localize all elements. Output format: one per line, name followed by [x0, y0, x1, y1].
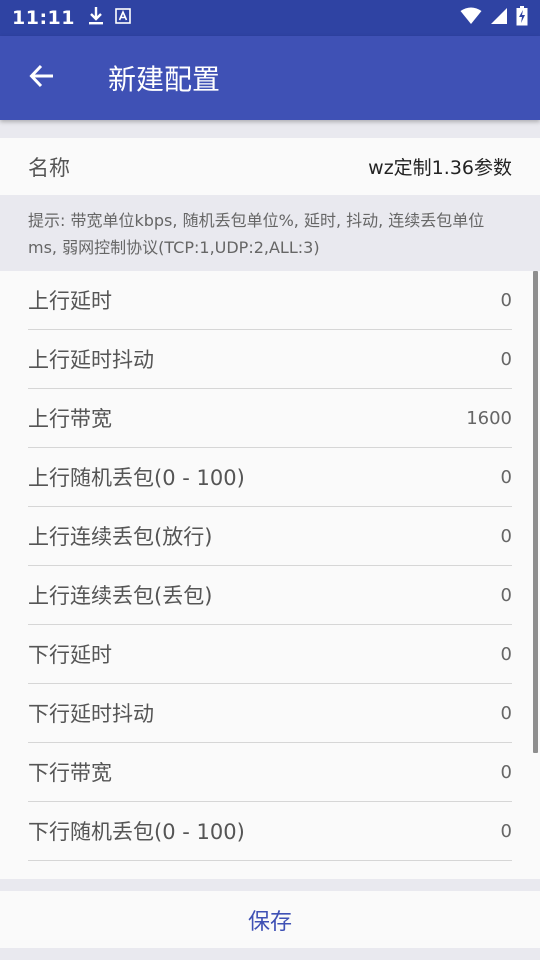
- status-time: 11:11: [12, 7, 75, 29]
- param-label: 下行带宽: [28, 761, 112, 785]
- param-value[interactable]: 0: [501, 349, 512, 370]
- name-label: 名称: [28, 155, 70, 180]
- app-bar: 新建配置: [0, 36, 540, 120]
- param-value[interactable]: 1600: [466, 408, 512, 429]
- download-icon: [87, 6, 105, 30]
- param-label: 下行延时抖动: [28, 702, 154, 726]
- wifi-icon: [460, 7, 482, 29]
- battery-charging-icon: [516, 6, 528, 30]
- param-row-uplink-bandwidth[interactable]: 上行带宽 1600: [28, 389, 512, 448]
- param-row-downlink-jitter[interactable]: 下行延时抖动 0: [28, 684, 512, 743]
- param-label: 下行延时: [28, 643, 112, 667]
- back-button[interactable]: [0, 36, 84, 120]
- save-button[interactable]: 保存: [0, 891, 540, 948]
- param-row-downlink-delay[interactable]: 下行延时 0: [28, 625, 512, 684]
- hint-text: 提示: 带宽单位kbps, 随机丢包单位%, 延时, 抖动, 连续丢包单位ms,…: [0, 195, 540, 271]
- name-value[interactable]: wz定制1.36参数: [368, 153, 512, 180]
- param-label: 上行延时抖动: [28, 348, 154, 372]
- param-label: 上行随机丢包(0 - 100): [28, 466, 245, 490]
- param-label: 上行连续丢包(丢包): [28, 584, 213, 608]
- name-field-row[interactable]: 名称 wz定制1.36参数: [0, 138, 540, 195]
- param-value[interactable]: 0: [501, 526, 512, 547]
- param-row-uplink-burst-pass[interactable]: 上行连续丢包(放行) 0: [28, 507, 512, 566]
- a-notification-icon: [115, 8, 131, 28]
- page-title: 新建配置: [108, 63, 221, 96]
- param-value[interactable]: 0: [501, 703, 512, 724]
- param-label: 上行带宽: [28, 407, 112, 431]
- param-row-downlink-random-loss[interactable]: 下行随机丢包(0 - 100) 0: [28, 802, 512, 861]
- param-value[interactable]: 0: [501, 467, 512, 488]
- cell-signal-icon: [490, 7, 508, 29]
- param-value[interactable]: 0: [501, 821, 512, 842]
- param-row-uplink-burst-drop[interactable]: 上行连续丢包(丢包) 0: [28, 566, 512, 625]
- param-row-uplink-random-loss[interactable]: 上行随机丢包(0 - 100) 0: [28, 448, 512, 507]
- param-value[interactable]: 0: [501, 290, 512, 311]
- param-row-uplink-delay[interactable]: 上行延时 0: [28, 271, 512, 330]
- param-row-downlink-bandwidth[interactable]: 下行带宽 0: [28, 743, 512, 802]
- param-value[interactable]: 0: [501, 762, 512, 783]
- param-label: 下行随机丢包(0 - 100): [28, 820, 245, 844]
- scrollbar-thumb[interactable]: [533, 271, 538, 753]
- param-value[interactable]: 0: [501, 585, 512, 606]
- status-left-icons: [87, 6, 131, 30]
- arrow-back-icon: [29, 63, 55, 93]
- param-label: 上行延时: [28, 289, 112, 313]
- status-bar: 11:11: [0, 0, 540, 36]
- param-row-uplink-jitter[interactable]: 上行延时抖动 0: [28, 330, 512, 389]
- footer: 保存: [0, 879, 540, 960]
- param-label: 上行连续丢包(放行): [28, 525, 213, 549]
- param-value[interactable]: 0: [501, 644, 512, 665]
- status-right-icons: [460, 6, 528, 30]
- param-list[interactable]: 上行延时 0 上行延时抖动 0 上行带宽 1600 上行随机丢包(0 - 100…: [0, 271, 540, 879]
